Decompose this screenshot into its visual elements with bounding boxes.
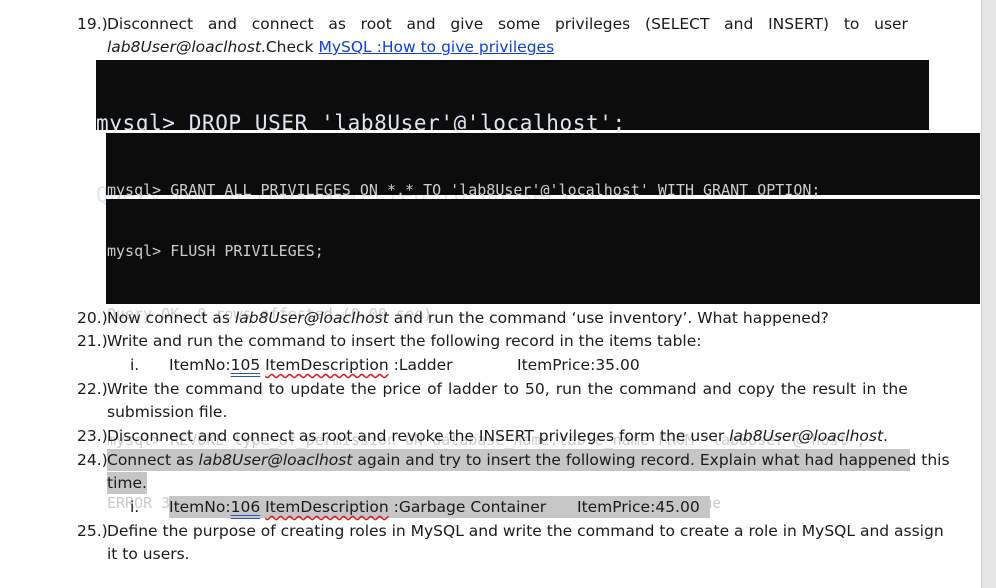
question-number: 22.) <box>77 380 108 398</box>
question-text: time. <box>107 472 147 494</box>
item-description-label: ItemDescription <box>265 356 389 374</box>
text: again and try to insert the following re… <box>352 451 950 469</box>
word: the <box>351 380 377 398</box>
terminal-line: mysql> FLUSH PRIVILEGES; <box>107 242 324 260</box>
check-text: .Check <box>260 38 319 56</box>
text: Now connect as <box>107 309 235 327</box>
item-price: ItemPrice:35.00 <box>517 356 640 374</box>
word: and <box>702 380 732 398</box>
record-fields: ItemNo:105 ItemDescription :Ladder <box>169 354 453 376</box>
item-no: 105 <box>230 356 261 374</box>
question-number: 20.) <box>77 309 108 327</box>
text: Disconnect and connect as root and revok… <box>107 427 730 445</box>
terminal-screenshot-drop-user: mysql> DROP USER 'lab8User'@'localhost';… <box>96 60 929 207</box>
word: some <box>498 15 541 33</box>
question-text: Write the command to update the price of ladder t… <box>107 378 908 400</box>
word: command <box>619 380 697 398</box>
question-text: submission file. <box>107 403 228 421</box>
word: user <box>874 15 908 33</box>
word: and <box>724 15 754 33</box>
terminal-line: mysql> GRANT ALL PRIVILEGES ON *.* TO 'l… <box>107 181 821 199</box>
question-number: 19.) <box>77 15 108 33</box>
word: in <box>862 380 877 398</box>
item-description-label: ItemDescription <box>265 498 389 516</box>
word: price <box>382 380 422 398</box>
list-marker: i. <box>130 498 140 516</box>
word: of <box>427 380 443 398</box>
word: Write <box>107 380 148 398</box>
word: the <box>780 380 807 398</box>
word: to <box>503 380 520 398</box>
terminal-screenshot-grant: mysql> GRANT ALL PRIVILEGES ON *.* TO 'l… <box>106 133 980 262</box>
item-price: ItemPrice:45.00 <box>577 498 700 516</box>
item-description: :Garbage Container <box>388 498 547 516</box>
word: as <box>328 15 346 33</box>
text: . <box>883 427 888 445</box>
item-no: 106 <box>230 498 261 516</box>
word: give <box>450 15 484 33</box>
question-text: Now connect as lab8User@loaclhost and ru… <box>107 307 829 329</box>
word: privileges <box>554 15 631 33</box>
word: root <box>360 15 392 33</box>
word: 50, <box>525 380 550 398</box>
word: update <box>290 380 345 398</box>
question-number: 25.) <box>77 522 108 540</box>
word: and <box>207 15 238 33</box>
word: Disconnect <box>107 15 194 33</box>
word: result <box>812 380 857 398</box>
question-text: Write and run the command to insert the … <box>107 332 702 350</box>
item-description: :Ladder <box>388 356 453 374</box>
text: and run the command ‘use inventory’. Wha… <box>388 309 829 327</box>
user-name: lab8User@loaclhost <box>234 309 389 327</box>
item-no-label: ItemNo: <box>169 356 231 374</box>
word: ladder <box>448 380 498 398</box>
question-text: Disconnect and connect as root and give some pri… <box>107 13 908 35</box>
question-number: 23.) <box>77 427 108 445</box>
word: run <box>555 380 582 398</box>
word: the <box>882 380 908 398</box>
word: connect <box>251 15 314 33</box>
word: the <box>587 380 614 398</box>
word: command <box>185 380 263 398</box>
word: to <box>843 15 860 33</box>
question-text: Disconnect and connect as root and revok… <box>107 425 888 447</box>
text: Connect as <box>107 451 199 469</box>
question-number: 21.) <box>77 332 108 350</box>
user-name: lab8User@loaclhost <box>107 38 261 56</box>
question-text: Define the purpose of creating roles in … <box>107 522 944 540</box>
word: and <box>406 15 436 33</box>
word: copy <box>737 380 775 398</box>
item-no-label: ItemNo: <box>169 498 231 516</box>
vertical-scrollbar[interactable] <box>981 0 996 588</box>
question-text: it to users. <box>107 545 190 563</box>
word: INSERT) <box>768 15 830 33</box>
question-number: 24.) <box>77 451 108 469</box>
user-name: lab8User@loaclhost <box>198 451 353 469</box>
document-page: 19.) Disconnect and connect as root and give so… <box>0 0 980 588</box>
user-name: lab8User@loaclhost <box>729 427 884 445</box>
mysql-privileges-link[interactable]: MySQL :How to give privileges <box>318 38 554 56</box>
list-marker: i. <box>130 356 140 374</box>
word: to <box>268 380 285 398</box>
word: (SELECT <box>645 15 710 33</box>
question-text: Connect as lab8User@loaclhost again and … <box>107 449 950 471</box>
word: the <box>153 380 180 398</box>
terminal-line: mysql> DROP USER 'lab8User'@'localhost'; <box>96 111 626 135</box>
terminal-screenshot-flush-revoke: mysql> FLUSH PRIVILEGES; Query OK, 0 row… <box>106 199 980 512</box>
